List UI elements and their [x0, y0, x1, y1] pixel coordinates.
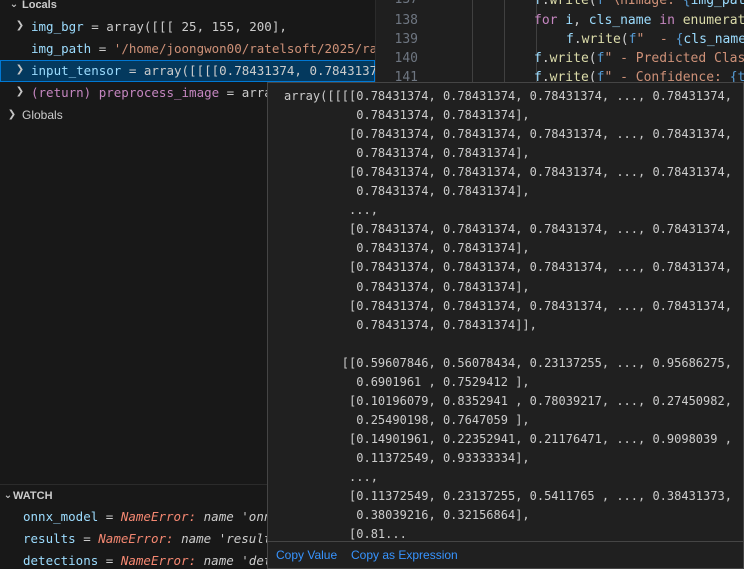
- hover-value-line: 0.78431374, 0.78431374],: [284, 146, 530, 161]
- hover-value-line: [[0.59607846, 0.56078434, 0.23137255, ..…: [284, 355, 732, 370]
- indent-guide: [472, 0, 473, 90]
- code-line-140[interactable]: f.write(f" - Predicted Clas: [534, 49, 744, 68]
- chevron-right-icon[interactable]: ❯: [12, 82, 28, 102]
- hover-value-line: 0.78431374, 0.78431374],: [284, 108, 530, 123]
- copy-as-expression-button[interactable]: Copy as Expression: [351, 542, 458, 568]
- code-line-139[interactable]: f.write(f" - {cls_name}: [566, 30, 744, 49]
- hover-value-line: [0.11372549, 0.23137255, 0.5411765 , ...…: [284, 489, 732, 504]
- variable-name: (return) preprocess_image: [31, 85, 220, 100]
- line-number: 139: [394, 32, 418, 47]
- globals-label: Globals: [22, 108, 63, 122]
- hover-value-line: [0.78431374, 0.78431374, 0.78431374, ...…: [284, 260, 732, 275]
- watch-error: NameError:: [120, 553, 197, 568]
- code-editor[interactable]: 137 138 139 140 141 f.write(f"\nImage: {…: [376, 0, 744, 90]
- hover-value-line: 0.25490198, 0.7647059 ],: [284, 412, 530, 427]
- variable-name: img_bgr: [31, 19, 84, 34]
- hover-value-line: [0.78431374, 0.78431374, 0.78431374, ...…: [284, 298, 732, 313]
- hover-value-line: ...,: [284, 470, 378, 484]
- hover-value-line: [0.14901961, 0.22352941, 0.21176471, ...…: [284, 431, 732, 446]
- watch-error: NameError:: [120, 509, 197, 524]
- hover-value-line: [0.78431374, 0.78431374, 0.78431374, ...…: [284, 222, 732, 237]
- hover-value-line: [0.78431374, 0.78431374, 0.78431374, ...…: [284, 165, 732, 180]
- hover-footer: Copy Value Copy as Expression: [268, 541, 743, 568]
- variable-row-img-path[interactable]: img_path = '/home/joongwon00/ratelsoft/2…: [0, 38, 375, 60]
- variable-value: array([[[[0.78431374, 0.7843137…: [143, 63, 375, 78]
- hover-value-line: 0.78431374, 0.78431374],: [284, 279, 530, 294]
- variable-value: '/home/joongwon00/ratelsoft/2025/ran…: [113, 41, 375, 56]
- line-number: 138: [394, 13, 418, 28]
- locals-section-header[interactable]: ⌄ Locals: [0, 0, 375, 15]
- chevron-right-icon[interactable]: ❯: [12, 16, 28, 36]
- watch-expression: results: [23, 531, 76, 546]
- variable-value: array([[[ 25, 155, 200],: [106, 19, 287, 34]
- variable-name: input_tensor: [31, 63, 122, 78]
- hover-value-line: array([[[[0.78431374, 0.78431374, 0.7843…: [284, 89, 732, 103]
- hover-value-line: 0.78431374, 0.78431374]],: [284, 317, 537, 332]
- chevron-right-icon[interactable]: ❯: [12, 60, 28, 80]
- watch-header-label: WATCH: [13, 490, 53, 502]
- line-number: 137: [376, 0, 418, 9]
- chevron-right-icon[interactable]: ❯: [4, 105, 20, 125]
- code-line-137[interactable]: f.write(f"\nImage: {img_pat: [534, 0, 744, 10]
- watch-expression: detections: [23, 553, 99, 568]
- hover-value-line: [0.78431374, 0.78431374, 0.78431374, ...…: [284, 127, 732, 142]
- code-line-138[interactable]: for i, cls_name in enumerat: [534, 11, 744, 30]
- hover-value-line: [0.10196079, 0.8352941 , 0.78039217, ...…: [284, 393, 732, 408]
- hover-value-line: 0.38039216, 0.32156864],: [284, 508, 530, 523]
- hover-value-content: array([[[[0.78431374, 0.78431374, 0.7843…: [284, 87, 743, 542]
- chevron-down-icon: ⌄: [9, 0, 19, 10]
- line-number: 140: [394, 51, 418, 66]
- hover-value-line: ...,: [284, 203, 378, 218]
- variable-hover-tooltip[interactable]: array([[[[0.78431374, 0.78431374, 0.7843…: [267, 82, 744, 569]
- variable-row-img-bgr[interactable]: ❯ img_bgr = array([[[ 25, 155, 200],: [0, 16, 375, 38]
- hover-value-line: 0.78431374, 0.78431374],: [284, 241, 530, 256]
- locals-header-label: Locals: [22, 0, 57, 11]
- watch-error: NameError:: [98, 531, 174, 546]
- hover-value-line: 0.11372549, 0.93333334],: [284, 450, 530, 465]
- variable-name: img_path: [31, 41, 92, 56]
- variable-row-input-tensor[interactable]: ❯ input_tensor = array([[[[0.78431374, 0…: [0, 60, 375, 82]
- copy-value-button[interactable]: Copy Value: [276, 542, 337, 568]
- watch-error-message: name 'results: [181, 531, 279, 546]
- watch-expression: onnx_model: [23, 509, 99, 524]
- hover-value-line: 0.78431374, 0.78431374],: [284, 184, 530, 199]
- hover-value-line: [0.81...: [284, 527, 407, 542]
- indent-guide: [504, 0, 505, 90]
- hover-value-line: 0.6901961 , 0.7529412 ],: [284, 374, 530, 389]
